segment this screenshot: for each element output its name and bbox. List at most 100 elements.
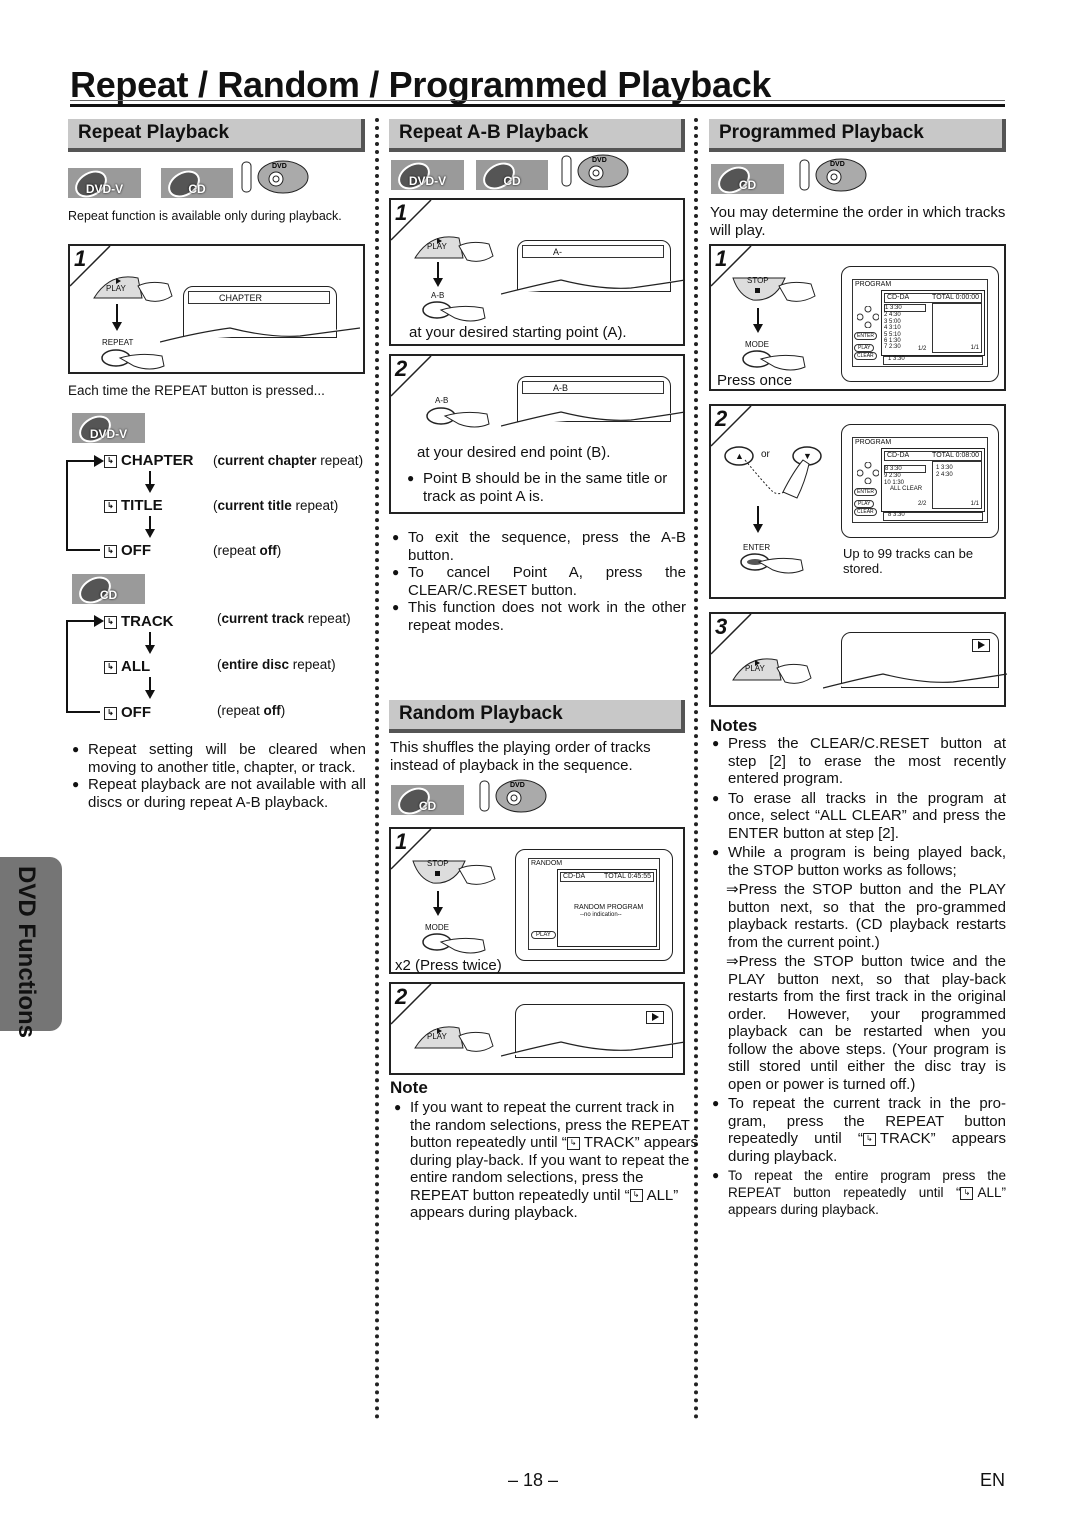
tv-screen: PROGRAM CD-DA TOTAL 0:08:00 8 3:30 9 2:3… — [841, 424, 999, 538]
wave-line — [501, 1041, 686, 1057]
step-caption: at your desired end point (B). — [417, 444, 611, 461]
arrow-down-icon — [145, 484, 155, 493]
arrow-stem — [149, 516, 151, 530]
arrow-stem — [757, 506, 759, 524]
note-item: To repeat the entire program press the R… — [712, 1167, 1006, 1218]
stop-button-icon[interactable] — [409, 855, 504, 889]
repeat-button-icon[interactable] — [100, 346, 170, 372]
osd-track-list: 8 3:30 9 2:30 10 1:30 ALL CLEAR — [884, 465, 926, 493]
osd-all-clear[interactable]: ALL CLEAR — [884, 486, 926, 492]
ab-button-icon[interactable] — [425, 404, 495, 430]
osd-track[interactable]: 1 3:30 — [884, 304, 926, 313]
ab-step-2: 2 A-B A-B at your desired end point (B).… — [389, 354, 686, 514]
cycle-line — [66, 620, 96, 622]
osd-page: 2/2 — [918, 501, 927, 507]
note-item: Repeat playback are not available with a… — [72, 776, 366, 811]
step-caption: at your desired starting point (A). — [409, 324, 627, 341]
program-step-1: 1 STOP MODE Press once PROGRAM CD-DA TOT… — [709, 244, 1006, 391]
mode-track: ↳ TRACK — [104, 613, 174, 630]
stop-label: STOP — [427, 859, 449, 868]
language-code: EN — [980, 1470, 1006, 1490]
remote-control-icon: DVD — [241, 160, 309, 194]
osd-play-key: PLAY — [854, 344, 875, 352]
random-note-heading: Note — [390, 1078, 428, 1097]
arrow-stem — [116, 304, 118, 322]
repeat-intro: Repeat function is available only during… — [68, 209, 342, 223]
svg-text:DVD: DVD — [830, 161, 845, 168]
osd-clear-key: CLEAR — [854, 508, 877, 516]
page-number: – 18 – — [508, 1470, 559, 1490]
stop-button-icon[interactable] — [729, 272, 824, 306]
repeat-icon: ↳ — [104, 706, 117, 720]
note-item: To repeat the current track in the pro-g… — [712, 1095, 1006, 1165]
osd-text: CHAPTER — [188, 291, 330, 304]
dvd-v-badge: DVD-V — [391, 157, 464, 195]
stop-label: STOP — [747, 276, 769, 285]
note-item: To exit the sequence, press the A-B butt… — [392, 529, 686, 564]
sub-note: ⇒Press the STOP button twice and the PLA… — [726, 953, 1006, 1093]
mode-off-desc: (repeat off) — [213, 543, 282, 558]
remote-control-icon: DVD — [799, 158, 867, 192]
osd-panel: PROGRAM CD-DA TOTAL 0:08:00 8 3:30 9 2:3… — [852, 437, 988, 523]
repeat-ab-heading: Repeat A-B Playback — [389, 119, 685, 152]
play-label: PLAY — [427, 242, 447, 251]
enter-button-icon[interactable] — [739, 550, 809, 576]
step-caption: Up to 99 tracks can be stored. — [843, 546, 974, 576]
step-number: 1 — [395, 200, 408, 225]
svg-text:DVD: DVD — [272, 163, 287, 170]
tv-screen: PROGRAM CD-DA TOTAL 0:00:00 1 3:30 2 4:3… — [841, 266, 999, 382]
wave-line — [501, 411, 686, 427]
osd-inner: CD-DA TOTAL 0:08:00 8 3:30 9 2:30 10 1:3… — [881, 448, 985, 512]
program-step-2: 2 ▲ ▼ or ENTER PROGRAM CD-DA TOTAL 0:08:… — [709, 404, 1006, 599]
program-notes-heading: Notes — [710, 716, 758, 735]
mode-track-desc: (current track repeat) — [217, 611, 351, 626]
dpad-icon — [857, 462, 879, 484]
osd-program-list: 1 3:30 2 4:30 1/1 — [932, 461, 982, 509]
cd-badge: CD — [711, 161, 784, 199]
cd-badge: CD — [476, 157, 548, 195]
mode-title-desc: (current title repeat) — [213, 498, 339, 513]
tv-screen: RANDOM CD-DA TOTAL 0:45:55 RANDOM PROGRA… — [515, 849, 673, 961]
mode-all-desc: (entire disc repeat) — [217, 657, 336, 672]
osd-panel: PROGRAM CD-DA TOTAL 0:00:00 1 3:30 2 4:3… — [852, 279, 988, 367]
play-button-icon[interactable] — [729, 652, 819, 688]
play-button-icon[interactable] — [411, 230, 501, 266]
step-number: 2 — [395, 984, 408, 1009]
osd-text: A-B — [522, 381, 664, 394]
osd-inner: CD-DA TOTAL 0:00:00 1 3:30 2 4:30 3 5:00… — [881, 290, 985, 356]
note-item: To erase all tracks in the program at on… — [712, 790, 1006, 843]
play-label: PLAY — [106, 284, 126, 293]
osd-header: CD-DA TOTAL 0:45:55 — [560, 872, 654, 882]
osd-title: PROGRAM — [855, 439, 892, 446]
repeat-icon: ↳ — [104, 499, 117, 513]
osd-header: CD-DA TOTAL 0:00:00 — [884, 293, 982, 303]
osd-title: PROGRAM — [855, 281, 892, 288]
osd-line: RANDOM PROGRAM — [574, 904, 644, 911]
arrow-right-icon — [94, 615, 104, 627]
svg-text:DVD: DVD — [592, 157, 607, 164]
down-button-icon[interactable]: ▼ — [803, 451, 812, 461]
svg-text:DVD: DVD — [510, 782, 525, 789]
ab-button-icon[interactable] — [421, 298, 491, 324]
mode-chapter-desc: (current chapter repeat) — [213, 453, 364, 468]
mode-button-icon[interactable] — [421, 930, 491, 956]
play-indicator-icon — [972, 639, 990, 652]
osd-track[interactable]: 8 3:30 — [884, 465, 926, 474]
repeat-icon: ↳ — [862, 1132, 876, 1146]
play-button-icon[interactable] — [411, 1020, 501, 1056]
random-intro: This shuffles the playing order of track… — [390, 739, 651, 774]
play-button-icon[interactable] — [90, 270, 180, 306]
note-item: While a program is being played back, th… — [712, 844, 1006, 879]
osd-program-list: 1/1 — [932, 303, 982, 353]
up-button-icon[interactable]: ▲ — [735, 451, 744, 461]
sub-note: ⇒Press the STOP button and the PLAY butt… — [726, 881, 1006, 951]
cd-badge: CD — [391, 782, 464, 820]
osd-bottom: 1 3:30 — [883, 356, 983, 365]
arrow-down-icon — [433, 907, 443, 916]
step-caption: Press once — [717, 372, 793, 389]
osd-play-key: PLAY — [531, 931, 556, 939]
repeat-icon: ↳ — [629, 1189, 643, 1203]
program-step-3: 3 PLAY — [709, 612, 1008, 707]
mode-button-icon[interactable] — [741, 347, 811, 373]
each-time-text: Each time the REPEAT button is pressed..… — [68, 383, 325, 398]
